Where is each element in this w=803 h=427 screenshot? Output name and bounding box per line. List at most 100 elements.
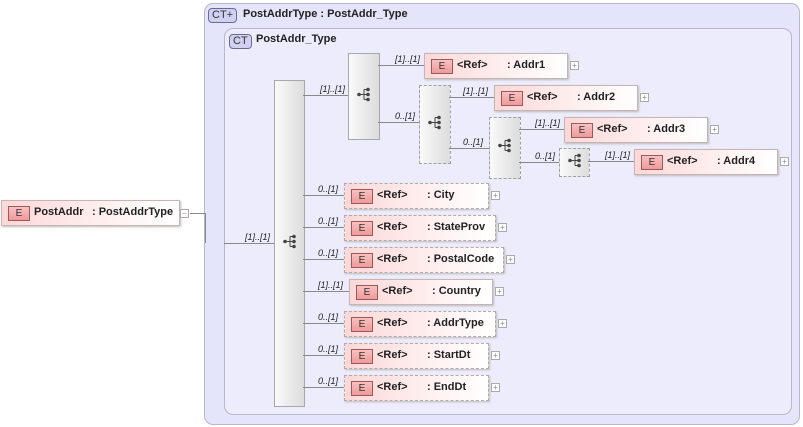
expand-button[interactable]: + (506, 255, 515, 264)
connector (190, 213, 205, 214)
element-box[interactable]: E <Ref> : PostalCode (344, 247, 504, 273)
expand-button[interactable]: + (495, 287, 504, 296)
connector (303, 323, 344, 324)
element-badge: E (641, 155, 663, 170)
expand-button[interactable]: + (498, 319, 507, 328)
cardinality-label: [1]..[1] (245, 232, 271, 242)
cardinality-label: [1]..[1] (535, 118, 561, 128)
element-badge: E (571, 123, 593, 138)
element-name: : Addr2 (577, 91, 616, 103)
connector (303, 195, 344, 196)
connector (449, 148, 489, 149)
cardinality-label: 0..[1] (535, 151, 556, 161)
element-name: : Addr1 (507, 59, 546, 71)
cardinality-label: [1]..[1] (320, 84, 346, 94)
connector (588, 161, 634, 162)
connector (519, 162, 559, 163)
connector (303, 259, 344, 260)
element-box[interactable]: E <Ref> : Addr4 (634, 149, 778, 175)
complex-type-title: PostAddrType : PostAddr_Type (243, 8, 408, 20)
connector (224, 243, 274, 244)
cardinality-label: 0..[1] (463, 137, 484, 147)
complex-type-badge: CT+ (208, 8, 238, 23)
element-badge: E (351, 317, 373, 332)
element-box[interactable]: E <Ref>: StartDt (344, 343, 489, 369)
sequence-compositor[interactable] (489, 117, 521, 179)
element-ref: <Ref> (377, 221, 408, 233)
element-name: : StateProv (427, 221, 486, 233)
element-ref: <Ref> (377, 253, 408, 265)
element-badge: E (351, 221, 373, 236)
element-badge: E (351, 381, 373, 396)
element-box[interactable]: E <Ref> : EndDt (344, 375, 489, 401)
cardinality-label: 0..[1] (318, 216, 339, 226)
cardinality-label: 0..[1] (318, 248, 339, 258)
expand-button[interactable]: + (491, 191, 500, 200)
element-box[interactable]: E <Ref> : Addr3 (564, 117, 708, 143)
sequence-compositor[interactable] (348, 53, 380, 140)
element-box[interactable]: E <Ref> : AddrType (344, 311, 496, 337)
connector (378, 65, 424, 66)
element-ref: <Ref> (597, 123, 628, 135)
complex-type-title: PostAddr_Type (256, 33, 337, 45)
element-box[interactable]: E <Ref> : Addr2 (494, 85, 638, 111)
element-name: : Addr3 (647, 123, 686, 135)
element-badge: E (351, 189, 373, 204)
element-box[interactable]: E <Ref>: Country (349, 279, 493, 305)
connector (378, 122, 419, 123)
root-element-postaddr[interactable]: E PostAddr : PostAddrType (1, 200, 180, 226)
collapse-button[interactable]: − (180, 209, 189, 218)
connector (303, 227, 344, 228)
sequence-icon (282, 234, 297, 253)
expand-button[interactable]: + (498, 223, 507, 232)
sequence-icon (357, 87, 371, 106)
connector (303, 291, 349, 292)
element-box[interactable]: E <Ref>: Addr1 (424, 53, 568, 79)
cardinality-label: 0..[1] (318, 344, 339, 354)
expand-button[interactable]: + (491, 351, 500, 360)
connector (519, 129, 564, 130)
element-name: : StartDt (427, 349, 471, 361)
element-ref: <Ref> (667, 155, 698, 167)
cardinality-label: 0..[1] (395, 111, 416, 121)
element-name: : PostalCode (427, 253, 495, 265)
expand-button[interactable]: + (570, 61, 579, 70)
connector (303, 387, 344, 388)
connector (205, 213, 206, 243)
expand-button[interactable]: + (710, 125, 719, 134)
element-badge: E (501, 91, 523, 106)
element-type: : PostAddrType (92, 206, 174, 218)
connector (303, 95, 348, 96)
element-ref: <Ref> (527, 91, 558, 103)
element-box[interactable]: E <Ref> : StateProv (344, 215, 496, 241)
element-badge: E (356, 285, 378, 300)
element-badge: E (351, 253, 373, 268)
element-name: : Addr4 (717, 155, 756, 167)
expand-button[interactable]: + (640, 93, 649, 102)
expand-button[interactable]: + (780, 157, 789, 166)
cardinality-label: [1]..[1] (395, 54, 421, 64)
element-box[interactable]: E <Ref>: City (344, 183, 489, 209)
connector (303, 355, 344, 356)
element-badge: E (351, 349, 373, 364)
cardinality-label: 0..[1] (318, 184, 339, 194)
element-badge: E (8, 206, 30, 221)
element-name: : City (427, 189, 455, 201)
element-name: : AddrType (427, 317, 484, 329)
element-ref: <Ref> (377, 381, 408, 393)
complex-type-badge: CT (229, 34, 252, 49)
expand-button[interactable]: + (491, 383, 500, 392)
main-sequence[interactable] (274, 80, 305, 407)
cardinality-label: 0..[1] (318, 376, 339, 386)
sequence-icon (498, 138, 512, 158)
element-name: : EndDt (427, 381, 467, 393)
cardinality-label: [1]..[1] (605, 150, 631, 160)
sequence-icon (428, 115, 442, 134)
sequence-compositor[interactable] (559, 148, 590, 177)
element-name: PostAddr (34, 206, 84, 218)
sequence-compositor[interactable] (419, 85, 451, 164)
element-name: : Country (432, 285, 481, 297)
element-ref: <Ref> (377, 317, 408, 329)
cardinality-label: 0..[1] (318, 312, 339, 322)
element-ref: <Ref> (457, 59, 488, 71)
